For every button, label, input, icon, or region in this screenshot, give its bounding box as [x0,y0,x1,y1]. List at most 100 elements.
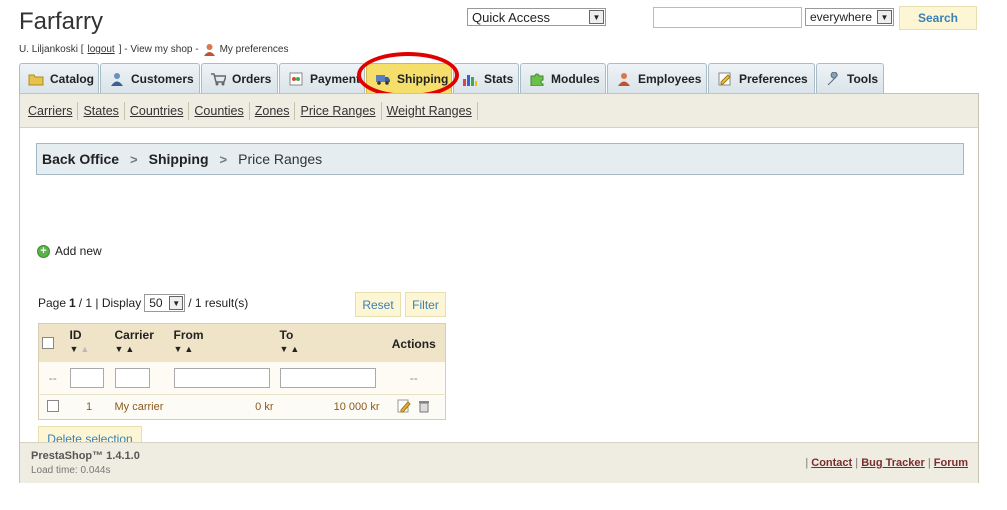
bug-tracker-link[interactable]: Bug Tracker [861,457,925,469]
person-icon [203,43,216,56]
subnav-states[interactable]: States [78,101,125,120]
subnav-weight-ranges[interactable]: Weight Ranges [382,101,478,120]
header-actions: Actions [382,323,446,362]
tab-label: Preferences [739,72,808,86]
add-new-link[interactable]: + Add new [37,244,102,258]
load-time: Load time: 0.044s [31,465,111,476]
sort-arrows-icon[interactable]: ▼▲ [115,344,168,354]
truck-icon [375,72,391,86]
select-all-header [38,323,67,362]
stats-icon [462,72,478,86]
puzzle-icon [529,72,545,87]
tab-label: Employees [638,72,702,86]
tab-label: Modules [551,72,600,86]
search-scope-select[interactable]: everywhere ▼ [805,8,894,26]
main-panel: Back Office > Shipping > Price Ranges + … [20,128,978,451]
breadcrumb-root[interactable]: Back Office [42,151,119,167]
chevron-right-icon: > [130,151,138,167]
tab-label: Customers [131,72,194,86]
table-header-row: ID ▼▲ Carrier ▼▲ From ▼▲ To ▼▲ Actions [38,323,446,362]
chevron-down-icon[interactable]: ▼ [877,10,892,24]
wrench-icon [825,71,841,86]
tab-label: Shipping [397,72,449,86]
filter-id-input[interactable] [69,367,104,388]
search-input[interactable] [653,7,802,28]
per-page-value: 50 [149,296,163,310]
result-count: / 1 result(s) [188,296,249,310]
filter-actions-placeholder: -- [382,361,446,395]
quick-access-value: Quick Access [472,9,551,25]
tab-shipping[interactable]: Shipping [366,63,452,94]
user-name: U. Liljankoski [ [19,44,84,55]
tab-tools[interactable]: Tools [816,63,884,94]
payment-icon [288,72,304,86]
tab-customers[interactable]: Customers [100,63,200,94]
filter-to-input[interactable] [279,367,376,388]
user-bar: U. Liljankoski [ logout ] - View my shop… [19,43,288,56]
page-label: Page [38,296,67,310]
row-checkbox[interactable] [46,399,59,412]
chevron-down-icon[interactable]: ▼ [589,10,604,24]
tab-catalog[interactable]: Catalog [19,63,99,94]
tab-payment[interactable]: Payment [279,63,365,94]
forum-link[interactable]: Forum [934,457,968,469]
tab-orders[interactable]: Orders [201,63,278,94]
row-actions [382,394,446,420]
row-to: 10 000 kr [276,394,383,420]
filter-from-input[interactable] [173,367,270,388]
tab-label: Tools [847,72,879,86]
filter-cell-from [170,361,277,395]
filter-carrier-input[interactable] [114,367,150,388]
filter-button[interactable]: Filter [405,292,446,317]
employee-icon [616,72,632,86]
folder-icon [28,72,44,86]
tab-stats[interactable]: Stats [453,63,519,94]
footer: PrestaShop™ 1.4.1.0 Load time: 0.044s | … [20,442,978,483]
row-checkbox-cell [38,394,67,420]
sub-navigation: Carriers States Countries Counties Zones… [20,94,978,128]
filter-row: -- -- [38,361,446,395]
contact-link[interactable]: Contact [811,457,852,469]
header-to: To ▼▲ [276,323,383,362]
subnav-counties[interactable]: Counties [189,101,250,120]
tab-label: Orders [232,72,272,86]
cart-icon [210,72,228,86]
logout-link[interactable]: logout [87,44,114,55]
footer-links: | Contact | Bug Tracker | Forum [805,457,968,469]
table-row[interactable]: 1 My carrier 0 kr 10 000 kr [38,394,446,420]
customers-icon [109,72,125,86]
subnav-carriers[interactable]: Carriers [23,101,79,120]
view-shop-text: ] - View my shop - [118,44,199,55]
sort-arrows-icon[interactable]: ▼▲ [70,344,109,354]
delete-icon[interactable] [418,399,430,416]
chevron-down-icon[interactable]: ▼ [169,296,184,310]
filter-cell-to [276,361,383,395]
subnav-zones[interactable]: Zones [250,101,296,120]
subnav-countries[interactable]: Countries [125,101,190,120]
edit-icon[interactable] [397,399,411,416]
search-button[interactable]: Search [899,6,977,30]
header-from: From ▼▲ [170,323,277,362]
content-panel: Carriers States Countries Counties Zones… [19,93,979,483]
per-page-select[interactable]: 50 ▼ [144,294,186,312]
select-all-checkbox[interactable] [42,337,54,349]
tab-employees[interactable]: Employees [607,63,707,94]
quick-access-select[interactable]: Quick Access ▼ [467,8,606,26]
add-new-label: Add new [55,244,102,258]
tab-modules[interactable]: Modules [520,63,606,94]
subnav-price-ranges[interactable]: Price Ranges [295,101,382,120]
shop-name: Farfarry [19,8,103,35]
tab-preferences[interactable]: Preferences [708,63,815,94]
sort-arrows-icon[interactable]: ▼▲ [174,344,274,354]
tab-label: Payment [310,72,361,86]
reset-button[interactable]: Reset [355,292,401,317]
row-id: 1 [66,394,112,420]
sort-arrows-icon[interactable]: ▼▲ [280,344,380,354]
breadcrumb-section[interactable]: Shipping [149,151,209,167]
header-from-label: From [173,328,204,342]
my-preferences-link[interactable]: My preferences [220,44,289,55]
header-carrier-label: Carrier [114,328,154,342]
page-of-label: / 1 | Display [78,296,142,310]
header-id-label: ID [69,328,82,342]
filter-placeholder: -- [38,361,67,395]
